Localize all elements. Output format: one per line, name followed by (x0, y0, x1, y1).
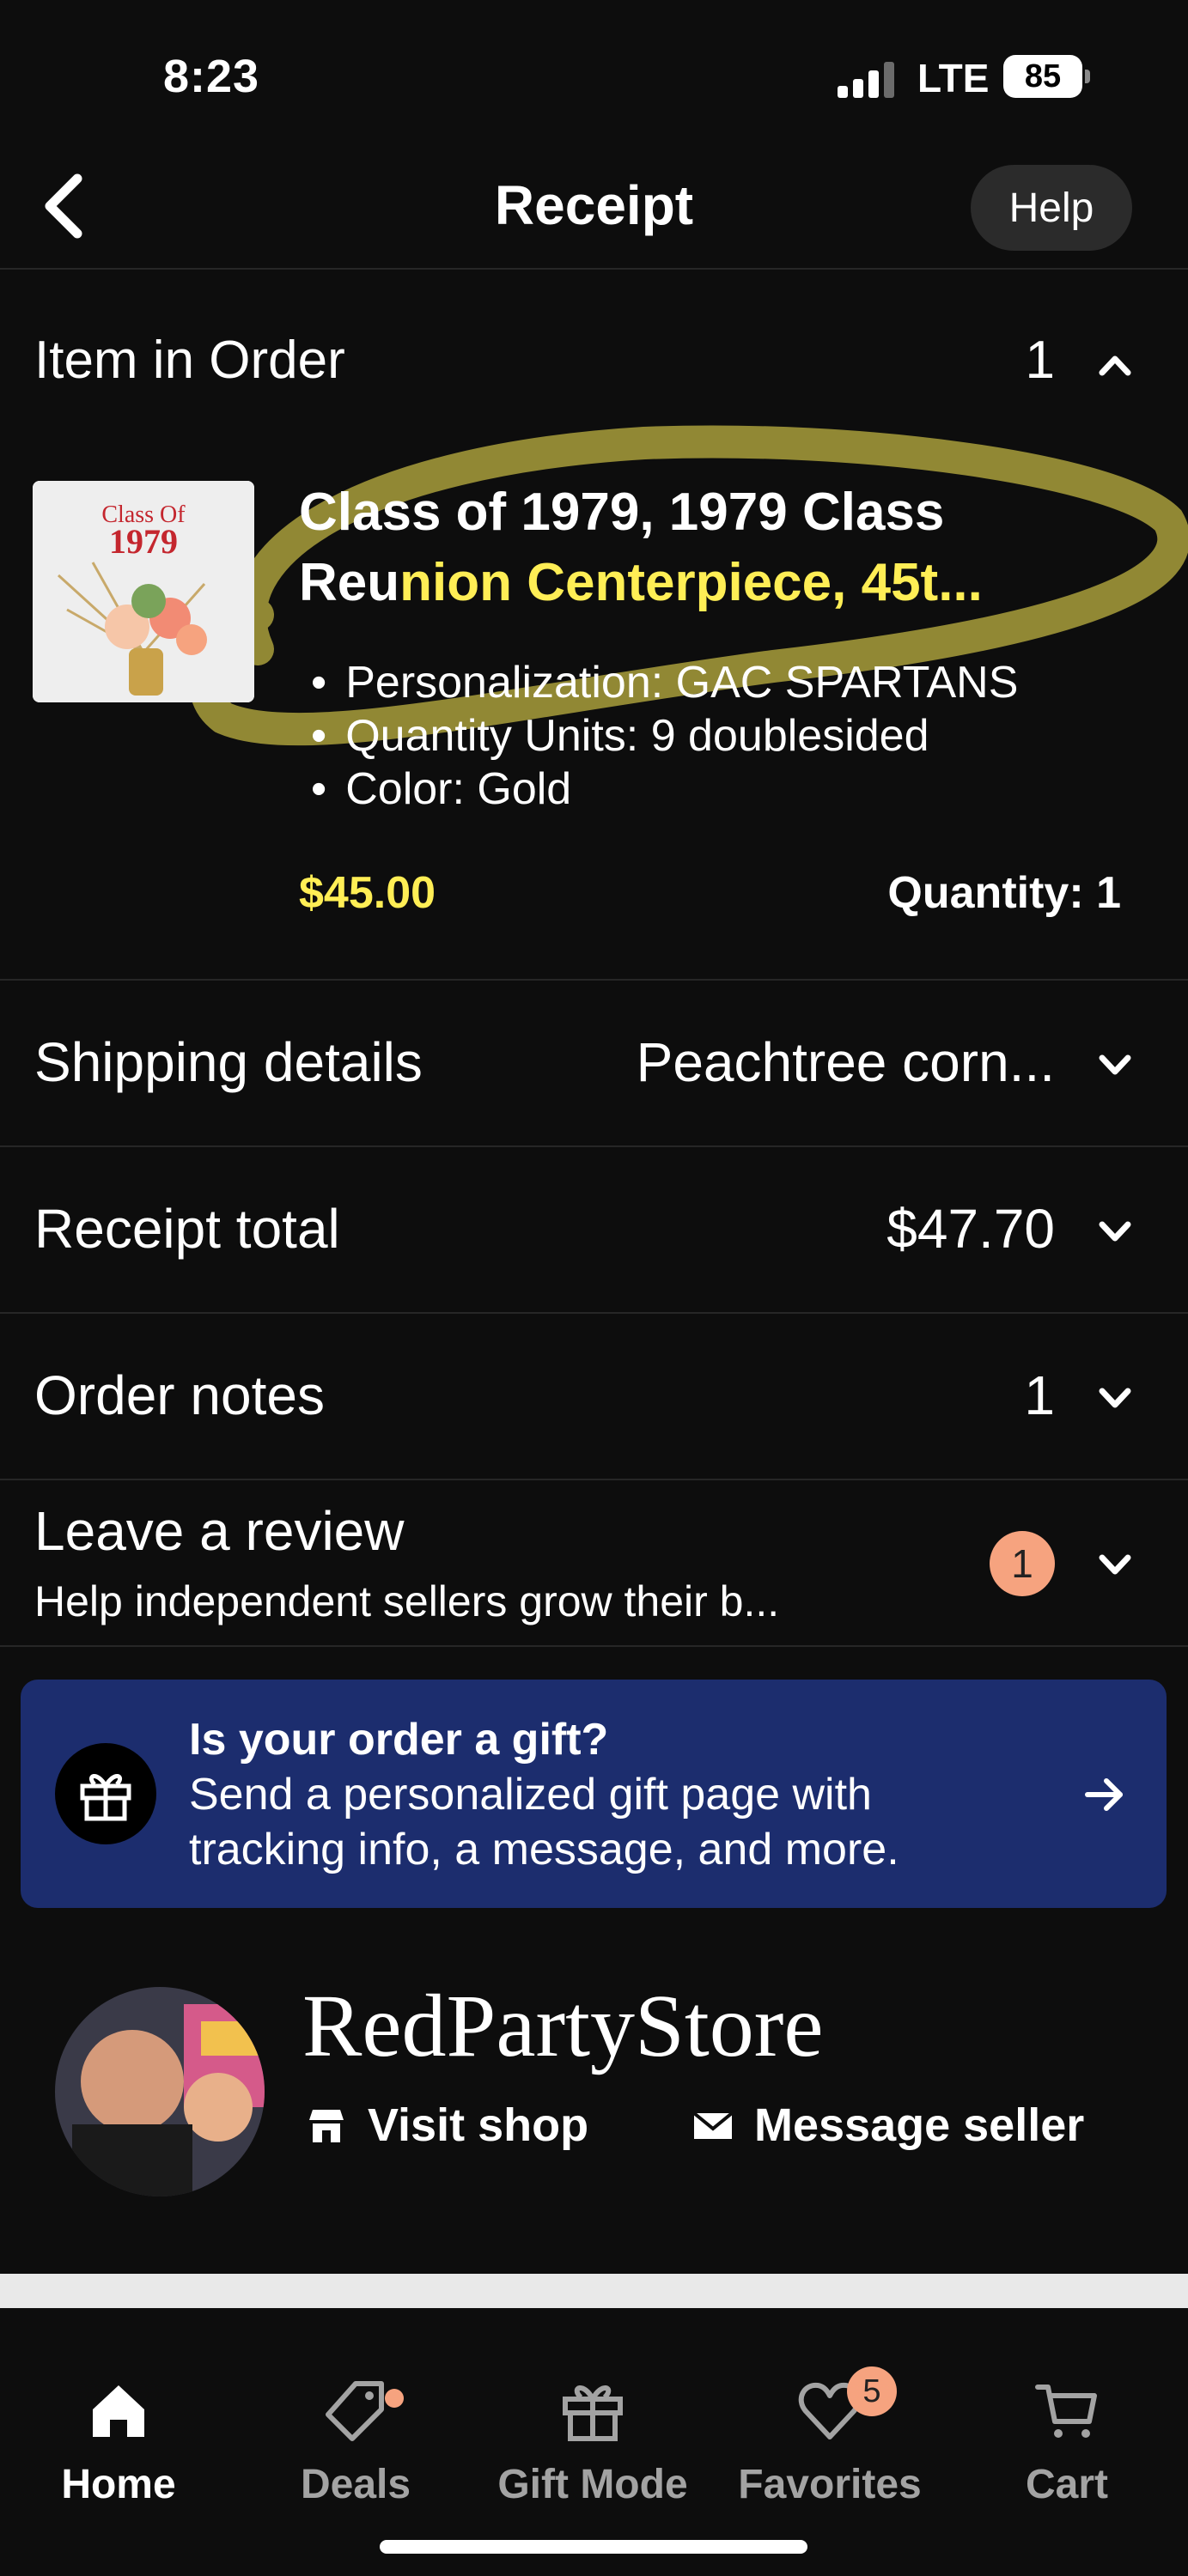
item-attributes: Personalization: GAC SPARTANS Quantity U… (311, 656, 1018, 816)
items-section: Item in Order 1 Class Of 1979 Class of 1… (0, 271, 1188, 981)
visit-shop-label: Visit shop (368, 2099, 589, 2151)
item-title-line1: Class of 1979, 1979 Class (299, 483, 945, 542)
chevron-down-icon (1099, 1221, 1131, 1242)
cart-icon (1035, 2385, 1097, 2438)
centerpiece-image: Class Of 1979 (33, 481, 254, 702)
tab-favorites[interactable]: 5 Favorites (711, 2360, 948, 2523)
order-notes-row[interactable]: Order notes 1 (0, 1314, 1188, 1480)
receipt-total-label: Receipt total (34, 1198, 340, 1260)
gift-line2: Send a personalized gift page with (189, 1770, 872, 1820)
chevron-up-icon[interactable] (1095, 345, 1135, 385)
gift-icon (563, 2385, 623, 2441)
item-thumbnail[interactable]: Class Of 1979 (33, 481, 254, 702)
gift-text: Is your order a gift? Send a personalize… (189, 1712, 899, 1877)
tab-home[interactable]: Home (0, 2360, 237, 2523)
items-section-title: Item in Order (34, 331, 345, 390)
visit-shop-button[interactable]: Visit shop (306, 2099, 588, 2152)
arrow-right-icon (1085, 1778, 1123, 1811)
tab-cart-label: Cart (1025, 2462, 1109, 2507)
attribute-color: Color: Gold (311, 762, 1018, 816)
leave-review-row[interactable]: Leave a review Help independent sellers … (0, 1480, 1188, 1647)
gift-icon (55, 1743, 156, 1844)
tab-deals[interactable]: Deals (237, 2360, 474, 2523)
signal-icon (838, 62, 894, 98)
deals-dot (385, 2389, 404, 2408)
content-divider (0, 2274, 1188, 2308)
gift-line3: tracking info, a message, and more. (189, 1825, 899, 1874)
item-quantity: Quantity: 1 (887, 868, 1121, 918)
items-count: 1 (1025, 331, 1055, 390)
tab-cart[interactable]: Cart (948, 2360, 1185, 2523)
tag-icon (326, 2381, 384, 2441)
tab-deals-label: Deals (300, 2462, 411, 2507)
home-icon (93, 2385, 144, 2437)
shop-name[interactable]: RedPartyStore (302, 1975, 824, 2077)
network-label: LTE (917, 56, 990, 100)
item-price: $45.00 (299, 868, 436, 918)
tab-home-label: Home (61, 2462, 176, 2507)
shipping-details-row[interactable]: Shipping details Peachtree corn... (0, 981, 1188, 1147)
receipt-total-row[interactable]: Receipt total $47.70 (0, 1147, 1188, 1314)
bottom-tab-bar: Home Deals Gift Mode 5 Favorites Cart (0, 2342, 1188, 2576)
review-subtitle: Help independent sellers grow their b... (34, 1577, 780, 1625)
order-notes-count: 1 (1024, 1364, 1055, 1426)
attribute-personalization: Personalization: GAC SPARTANS (311, 656, 1018, 709)
shipping-label: Shipping details (34, 1031, 423, 1093)
battery-icon: 85 (1003, 55, 1090, 98)
receipt-total-value: $47.70 (886, 1198, 1055, 1260)
gift-banner[interactable]: Is your order a gift? Send a personalize… (21, 1680, 1167, 1908)
shipping-value: Peachtree corn... (636, 1031, 1055, 1093)
chevron-down-icon (1099, 1388, 1131, 1408)
status-bar: 8:23 LTE 85 (0, 0, 1188, 155)
thumb-caption-year: 1979 (109, 522, 178, 561)
shop-avatar[interactable] (55, 1987, 265, 2196)
attribute-quantity-units: Quantity Units: 9 doublesided (311, 709, 1018, 762)
home-indicator (380, 2540, 807, 2554)
review-title: Leave a review (34, 1500, 405, 1562)
chevron-down-icon (1099, 1554, 1131, 1575)
review-badge: 1 (990, 1531, 1055, 1596)
tab-favorites-label: Favorites (738, 2462, 922, 2507)
order-notes-label: Order notes (34, 1364, 325, 1426)
status-time: 8:23 (163, 51, 260, 102)
gift-title: Is your order a gift? (189, 1715, 609, 1765)
tab-gift-mode-label: Gift Mode (497, 2462, 688, 2507)
envelope-icon (692, 2111, 734, 2139)
help-button[interactable]: Help (971, 165, 1132, 251)
message-seller-button[interactable]: Message seller (692, 2099, 1084, 2152)
message-seller-label: Message seller (754, 2099, 1085, 2151)
chevron-down-icon (1099, 1054, 1131, 1075)
header: Receipt Help (0, 155, 1188, 270)
shop-icon (309, 2110, 344, 2142)
item-title-line2: Reunion Centerpiece, 45t... (299, 553, 983, 612)
item-title[interactable]: Class of 1979, 1979 Class Reunion Center… (299, 477, 1115, 618)
favorites-badge: 5 (847, 2366, 897, 2416)
tab-gift-mode[interactable]: Gift Mode (474, 2360, 711, 2523)
